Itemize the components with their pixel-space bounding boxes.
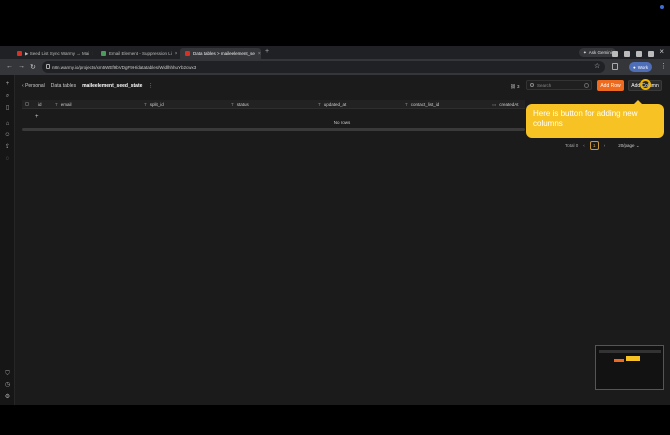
column-header-split-id[interactable]: Tsplit_id: [144, 101, 164, 108]
next-page-icon[interactable]: ›: [604, 143, 606, 148]
table-header: id Temail Tsplit_id Tstatus Tupdated_at …: [22, 100, 525, 109]
tooltip-text: Here is button for adding new columns: [533, 109, 638, 128]
tab-title: ▶ Seed List Sync Warmy → Mai: [25, 50, 90, 56]
text-type-icon: T: [318, 102, 321, 107]
tab-close-icon[interactable]: ×: [258, 51, 261, 57]
breadcrumb-personal[interactable]: ‹ Personal: [22, 83, 45, 89]
profile-icon[interactable]: [636, 51, 642, 57]
window-close-icon[interactable]: ×: [659, 47, 664, 56]
chat-icon[interactable]: ◌: [4, 156, 11, 163]
tab-close-icon[interactable]: ×: [92, 51, 93, 57]
text-type-icon: T: [144, 102, 147, 107]
pagination: Total 0 ‹ 1 › 20/page ⌄: [565, 141, 640, 150]
text-type-icon: T: [55, 102, 58, 107]
highlight-ring: [640, 79, 651, 90]
bookmark-star-icon[interactable]: ☆: [594, 62, 600, 70]
column-header-email[interactable]: Temail: [55, 101, 72, 108]
tooltip-arrow: [634, 100, 642, 104]
tab-data-tables[interactable]: Data tables > maileelement_se ×: [180, 48, 261, 59]
select-all-checkbox[interactable]: [25, 102, 29, 106]
extension-icon[interactable]: [648, 51, 654, 57]
url-bar[interactable]: n8n.warmy.io/projects/xm5WEf9bVDgF9H/dat…: [42, 61, 605, 73]
page-number-button[interactable]: 1: [589, 141, 599, 150]
history-icon[interactable]: ◷: [4, 382, 11, 389]
text-type-icon: T: [405, 102, 408, 107]
text-type-icon: T: [231, 102, 234, 107]
tab-strip-actions: [612, 51, 654, 57]
tutorial-tooltip: Here is button for adding new columns: [526, 100, 664, 138]
tab-title: Email Element - Suppression Li: [109, 51, 172, 56]
horizontal-scrollbar[interactable]: [22, 128, 525, 131]
search-icon: [530, 83, 534, 87]
site-info-icon[interactable]: [46, 64, 50, 69]
home-icon[interactable]: ⌂: [4, 121, 11, 128]
n8n-app: + ⌕ ▯ ⌂ ☺ ⇪ ◌ ⛉ ◷ ⚙ ‹ Personal Data tabl…: [0, 75, 670, 405]
reload-icon[interactable]: ↻: [30, 63, 36, 71]
screen-top-bar: [0, 0, 670, 46]
preview-bar: [599, 350, 661, 353]
more-options-icon[interactable]: ⋮: [148, 83, 153, 89]
chevron-down-icon: ⌄: [635, 142, 640, 148]
link-count[interactable]: ⛓ 3: [510, 84, 519, 90]
screen-bottom-bar: [0, 405, 670, 435]
new-tab-icon[interactable]: +: [265, 48, 269, 55]
user-icon[interactable]: ☺: [4, 132, 11, 139]
address-toolbar: ← → ↻ n8n.warmy.io/projects/xm5WEf9bVDgF…: [0, 59, 670, 75]
tab-favicon-icon: [185, 51, 190, 56]
tab-strip: ▶ Seed List Sync Warmy → Mai × Email Ele…: [0, 46, 670, 59]
tab-favicon-icon: [17, 51, 22, 56]
search-input[interactable]: Search: [526, 80, 592, 90]
ask-gemini-button[interactable]: ✦ Ask Gemini: [579, 48, 616, 57]
browser-menu-icon[interactable]: ⋮: [660, 62, 667, 70]
tab-seed-list-sync[interactable]: ▶ Seed List Sync Warmy → Mai ×: [12, 48, 93, 59]
screen-preview-thumbnail: [595, 345, 664, 390]
downloads-icon[interactable]: [612, 63, 618, 70]
calendar-type-icon: ▭: [492, 101, 497, 107]
column-header-updated-at[interactable]: Tupdated_at: [318, 101, 346, 108]
share-icon[interactable]: ⇪: [4, 144, 11, 151]
url-text: n8n.warmy.io/projects/xm5WEf9bVDgF9H/dat…: [52, 64, 197, 70]
column-header-contact-list-id[interactable]: Tcontact_list_id: [405, 101, 439, 108]
tab-favicon-icon: [101, 51, 106, 56]
column-header-status[interactable]: Tstatus: [231, 101, 249, 108]
page-size-select[interactable]: 20/page ⌄: [618, 143, 639, 149]
column-header-created-at[interactable]: ▭ createdAt: [492, 101, 519, 108]
settings-gear-icon[interactable]: ⚙: [4, 394, 11, 401]
tab-email-element[interactable]: Email Element - Suppression Li ×: [96, 48, 177, 59]
panel-icon[interactable]: ▯: [4, 105, 11, 112]
forward-arrow-icon[interactable]: →: [18, 63, 25, 70]
add-row-button[interactable]: Add Row: [597, 80, 624, 91]
tab-title: Data tables > maileelement_se: [193, 51, 255, 56]
browser-window: ▶ Seed List Sync Warmy → Mai × Email Ele…: [0, 46, 670, 405]
search-icon[interactable]: ⌕: [4, 93, 11, 100]
add-icon[interactable]: +: [4, 81, 11, 88]
profile-work-button[interactable]: ● Work: [629, 62, 653, 72]
column-header-id[interactable]: id: [35, 101, 42, 108]
total-count: Total 0: [565, 143, 579, 148]
sparkle-icon: ✦: [583, 49, 587, 55]
breadcrumb-data-tables[interactable]: Data tables: [51, 83, 76, 89]
person-icon: ●: [633, 64, 636, 70]
shield-icon[interactable]: ⛉: [4, 371, 11, 378]
status-dot-icon: [660, 5, 664, 9]
cast-icon[interactable]: [612, 51, 618, 57]
preview-button: [614, 359, 624, 362]
tab-close-icon[interactable]: ×: [175, 51, 177, 57]
prev-page-icon[interactable]: ‹: [583, 143, 585, 148]
speaker-icon[interactable]: [624, 51, 630, 57]
breadcrumb: ‹ Personal Data tables maileelement_seed…: [22, 83, 153, 89]
back-arrow-icon[interactable]: ←: [6, 63, 13, 70]
left-sidebar: + ⌕ ▯ ⌂ ☺ ⇪ ◌ ⛉ ◷ ⚙: [0, 75, 15, 405]
info-icon[interactable]: [584, 83, 589, 88]
preview-tooltip: [626, 356, 640, 361]
breadcrumb-current-table: maileelement_seed_state: [82, 83, 143, 89]
link-icon: ⛓: [510, 84, 517, 89]
